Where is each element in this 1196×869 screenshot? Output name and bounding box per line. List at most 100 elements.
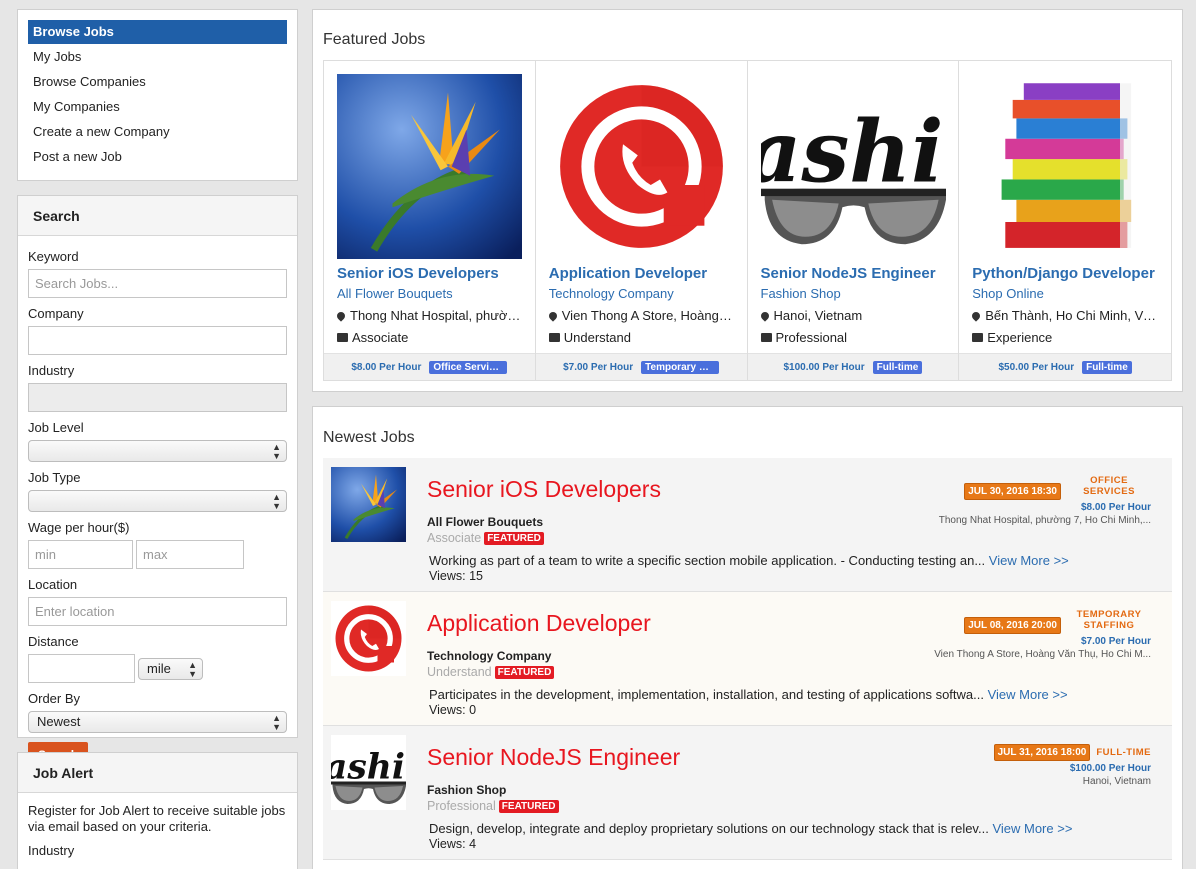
newest-job-title[interactable]: Senior NodeJS Engineer [427, 744, 680, 771]
featured-job-footer: $100.00 Per Hour Full-time [747, 353, 959, 380]
location-pin-icon [337, 310, 347, 322]
updown-arrows-icon: ▲ ▼ [272, 713, 281, 732]
date-badge: JUL 31, 2016 18:00 [993, 744, 1091, 761]
newest-job-description: Participates in the development, impleme… [429, 687, 1068, 702]
category-label: FULL-TIME [1096, 747, 1151, 758]
newest-job-meta: JUL 08, 2016 20:00 TEMPORARY STAFFING $7.… [871, 609, 1151, 660]
featured-job-location: Bến Thành, Ho Chi Minh, Vietnam [972, 308, 1157, 323]
newest-job-company: All Flower Bouquets [427, 515, 544, 529]
newest-jobs-panel: Newest Jobs Senior iOS Developers All Fl… [312, 406, 1183, 869]
featured-job-title[interactable]: Python/Django Developer [972, 265, 1165, 282]
location-pin-icon [972, 310, 982, 322]
keyword-label: Keyword [28, 249, 79, 264]
newest-job-title[interactable]: Application Developer [427, 610, 651, 637]
featured-job-title[interactable]: Senior iOS Developers [337, 265, 530, 282]
newest-job-wage: $8.00 Per Hour [1080, 502, 1151, 513]
job-alert-description: Register for Job Alert to receive suitab… [28, 803, 286, 834]
newest-job-level-text: Professional [427, 799, 496, 813]
newest-job-views: Views: 15 [429, 569, 483, 583]
job-alert-panel: Job Alert Register for Job Alert to rece… [17, 752, 298, 869]
view-more-link[interactable]: View More >> [989, 553, 1069, 568]
job-thumbnail[interactable] [548, 74, 734, 259]
newest-job-description: Working as part of a team to write a spe… [429, 553, 1069, 568]
newest-job-level-text: Understand [427, 665, 492, 679]
location-input[interactable]: Enter location [28, 597, 287, 626]
job-type-select[interactable]: ▲ ▼ [28, 490, 287, 512]
category-label: OFFICE SERVICES [1083, 475, 1135, 497]
newest-list: Senior iOS Developers All Flower Bouquet… [323, 458, 1172, 860]
featured-job-level-text: Associate [352, 330, 409, 345]
newest-job-title[interactable]: Senior iOS Developers [427, 476, 661, 503]
job-thumbnail[interactable] [331, 467, 406, 542]
featured-job-wage: $7.00 Per Hour [563, 361, 634, 373]
featured-job-footer: $8.00 Per Hour Office Services [324, 353, 535, 380]
nav-browse-companies[interactable]: Browse Companies [28, 69, 287, 94]
job-alert-industry-label: Industry [28, 843, 75, 858]
featured-job-company[interactable]: All Flower Bouquets [337, 286, 453, 301]
job-thumbnail[interactable]: ashio [331, 735, 406, 810]
keyword-input[interactable]: Search Jobs... [28, 269, 287, 298]
job-thumbnail[interactable] [972, 74, 1158, 259]
wage-max-input[interactable]: max [136, 540, 244, 569]
newest-heading: Newest Jobs [323, 429, 415, 446]
featured-job-location: Thong Nhat Hospital, phường 7, Ho Chi Mi… [337, 308, 522, 323]
view-more-link[interactable]: View More >> [988, 687, 1068, 702]
company-label: Company [28, 306, 84, 321]
wage-min-input[interactable]: min [28, 540, 133, 569]
featured-job-title[interactable]: Senior NodeJS Engineer [761, 265, 954, 282]
job-thumbnail[interactable] [337, 74, 522, 259]
newest-job-row[interactable]: ashio Senior NodeJS Engineer Fashion Sho… [323, 726, 1172, 860]
nav-my-jobs[interactable]: My Jobs [28, 44, 287, 69]
newest-job-location: Hanoi, Vietnam [1082, 776, 1151, 787]
featured-job-location-text: Thong Nhat Hospital, phường 7, Ho Chi Mi… [350, 308, 522, 323]
newest-job-company: Technology Company [427, 649, 552, 663]
briefcase-icon [337, 333, 348, 342]
featured-job-company[interactable]: Fashion Shop [761, 286, 841, 301]
updown-arrows-icon: ▲ ▼ [272, 442, 281, 461]
distance-label: Distance [28, 634, 79, 649]
job-thumbnail[interactable] [331, 601, 406, 676]
newest-job-wage: $7.00 Per Hour [1080, 636, 1151, 647]
featured-job-location: Hanoi, Vietnam [760, 308, 946, 323]
newest-job-views: Views: 0 [429, 703, 477, 717]
newest-job-row[interactable]: Senior iOS Developers All Flower Bouquet… [323, 458, 1172, 592]
job-level-select[interactable]: ▲ ▼ [28, 440, 287, 462]
featured-job-type-tag: Office Services [429, 360, 508, 374]
featured-job-wage: $50.00 Per Hour [998, 361, 1075, 373]
job-thumbnail[interactable]: ashio [760, 74, 946, 259]
job-alert-heading: Job Alert [18, 753, 297, 793]
location-pin-icon [760, 310, 771, 322]
featured-job-company[interactable]: Technology Company [549, 286, 674, 301]
distance-input[interactable] [28, 654, 135, 683]
wage-label: Wage per hour($) [28, 520, 130, 535]
nav-create-company[interactable]: Create a new Company [28, 119, 287, 144]
featured-job-card[interactable]: Senior iOS Developers All Flower Bouquet… [324, 61, 536, 380]
featured-job-title[interactable]: Application Developer [549, 265, 742, 282]
newest-job-level: Understand FEATURED [427, 665, 555, 679]
briefcase-icon [760, 333, 772, 342]
updown-arrows-icon: ▲ ▼ [272, 492, 281, 511]
newest-job-level: Associate FEATURED [427, 531, 544, 545]
featured-job-type-tag: Temporary Staffing [641, 360, 720, 374]
featured-job-company[interactable]: Shop Online [972, 286, 1044, 301]
company-input[interactable] [28, 326, 287, 355]
nav-post-job[interactable]: Post a new Job [28, 144, 287, 169]
featured-job-level-text: Professional [775, 330, 848, 345]
featured-job-level-text: Understand [563, 330, 631, 345]
featured-job-location: Vien Thong A Store, Hoàng Văn Thụ [548, 308, 734, 323]
featured-badge: FEATURED [498, 800, 559, 813]
newest-job-row[interactable]: Application Developer Technology Company… [323, 592, 1172, 726]
industry-select[interactable] [28, 383, 287, 412]
featured-job-card[interactable]: Application Developer Technology Company… [535, 61, 748, 380]
industry-label: Industry [28, 363, 75, 378]
date-badge: JUL 30, 2016 18:30 [964, 483, 1061, 500]
distance-unit-select[interactable]: mile ▲ ▼ [138, 657, 203, 680]
order-by-select[interactable]: Newest ▲ ▼ [28, 711, 287, 733]
featured-job-card[interactable]: Python/Django Developer Shop Online Bến … [959, 61, 1171, 380]
nav-browse-jobs[interactable]: Browse Jobs [28, 20, 287, 44]
featured-job-card[interactable]: ashio Senior NodeJS Engineer Fashion Sho… [747, 61, 960, 380]
nav-my-companies[interactable]: My Companies [28, 94, 287, 119]
search-panel: Search Keyword Search Jobs... Company In… [17, 195, 298, 768]
date-badge: JUL 08, 2016 20:00 [964, 617, 1061, 634]
view-more-link[interactable]: View More >> [992, 821, 1072, 836]
